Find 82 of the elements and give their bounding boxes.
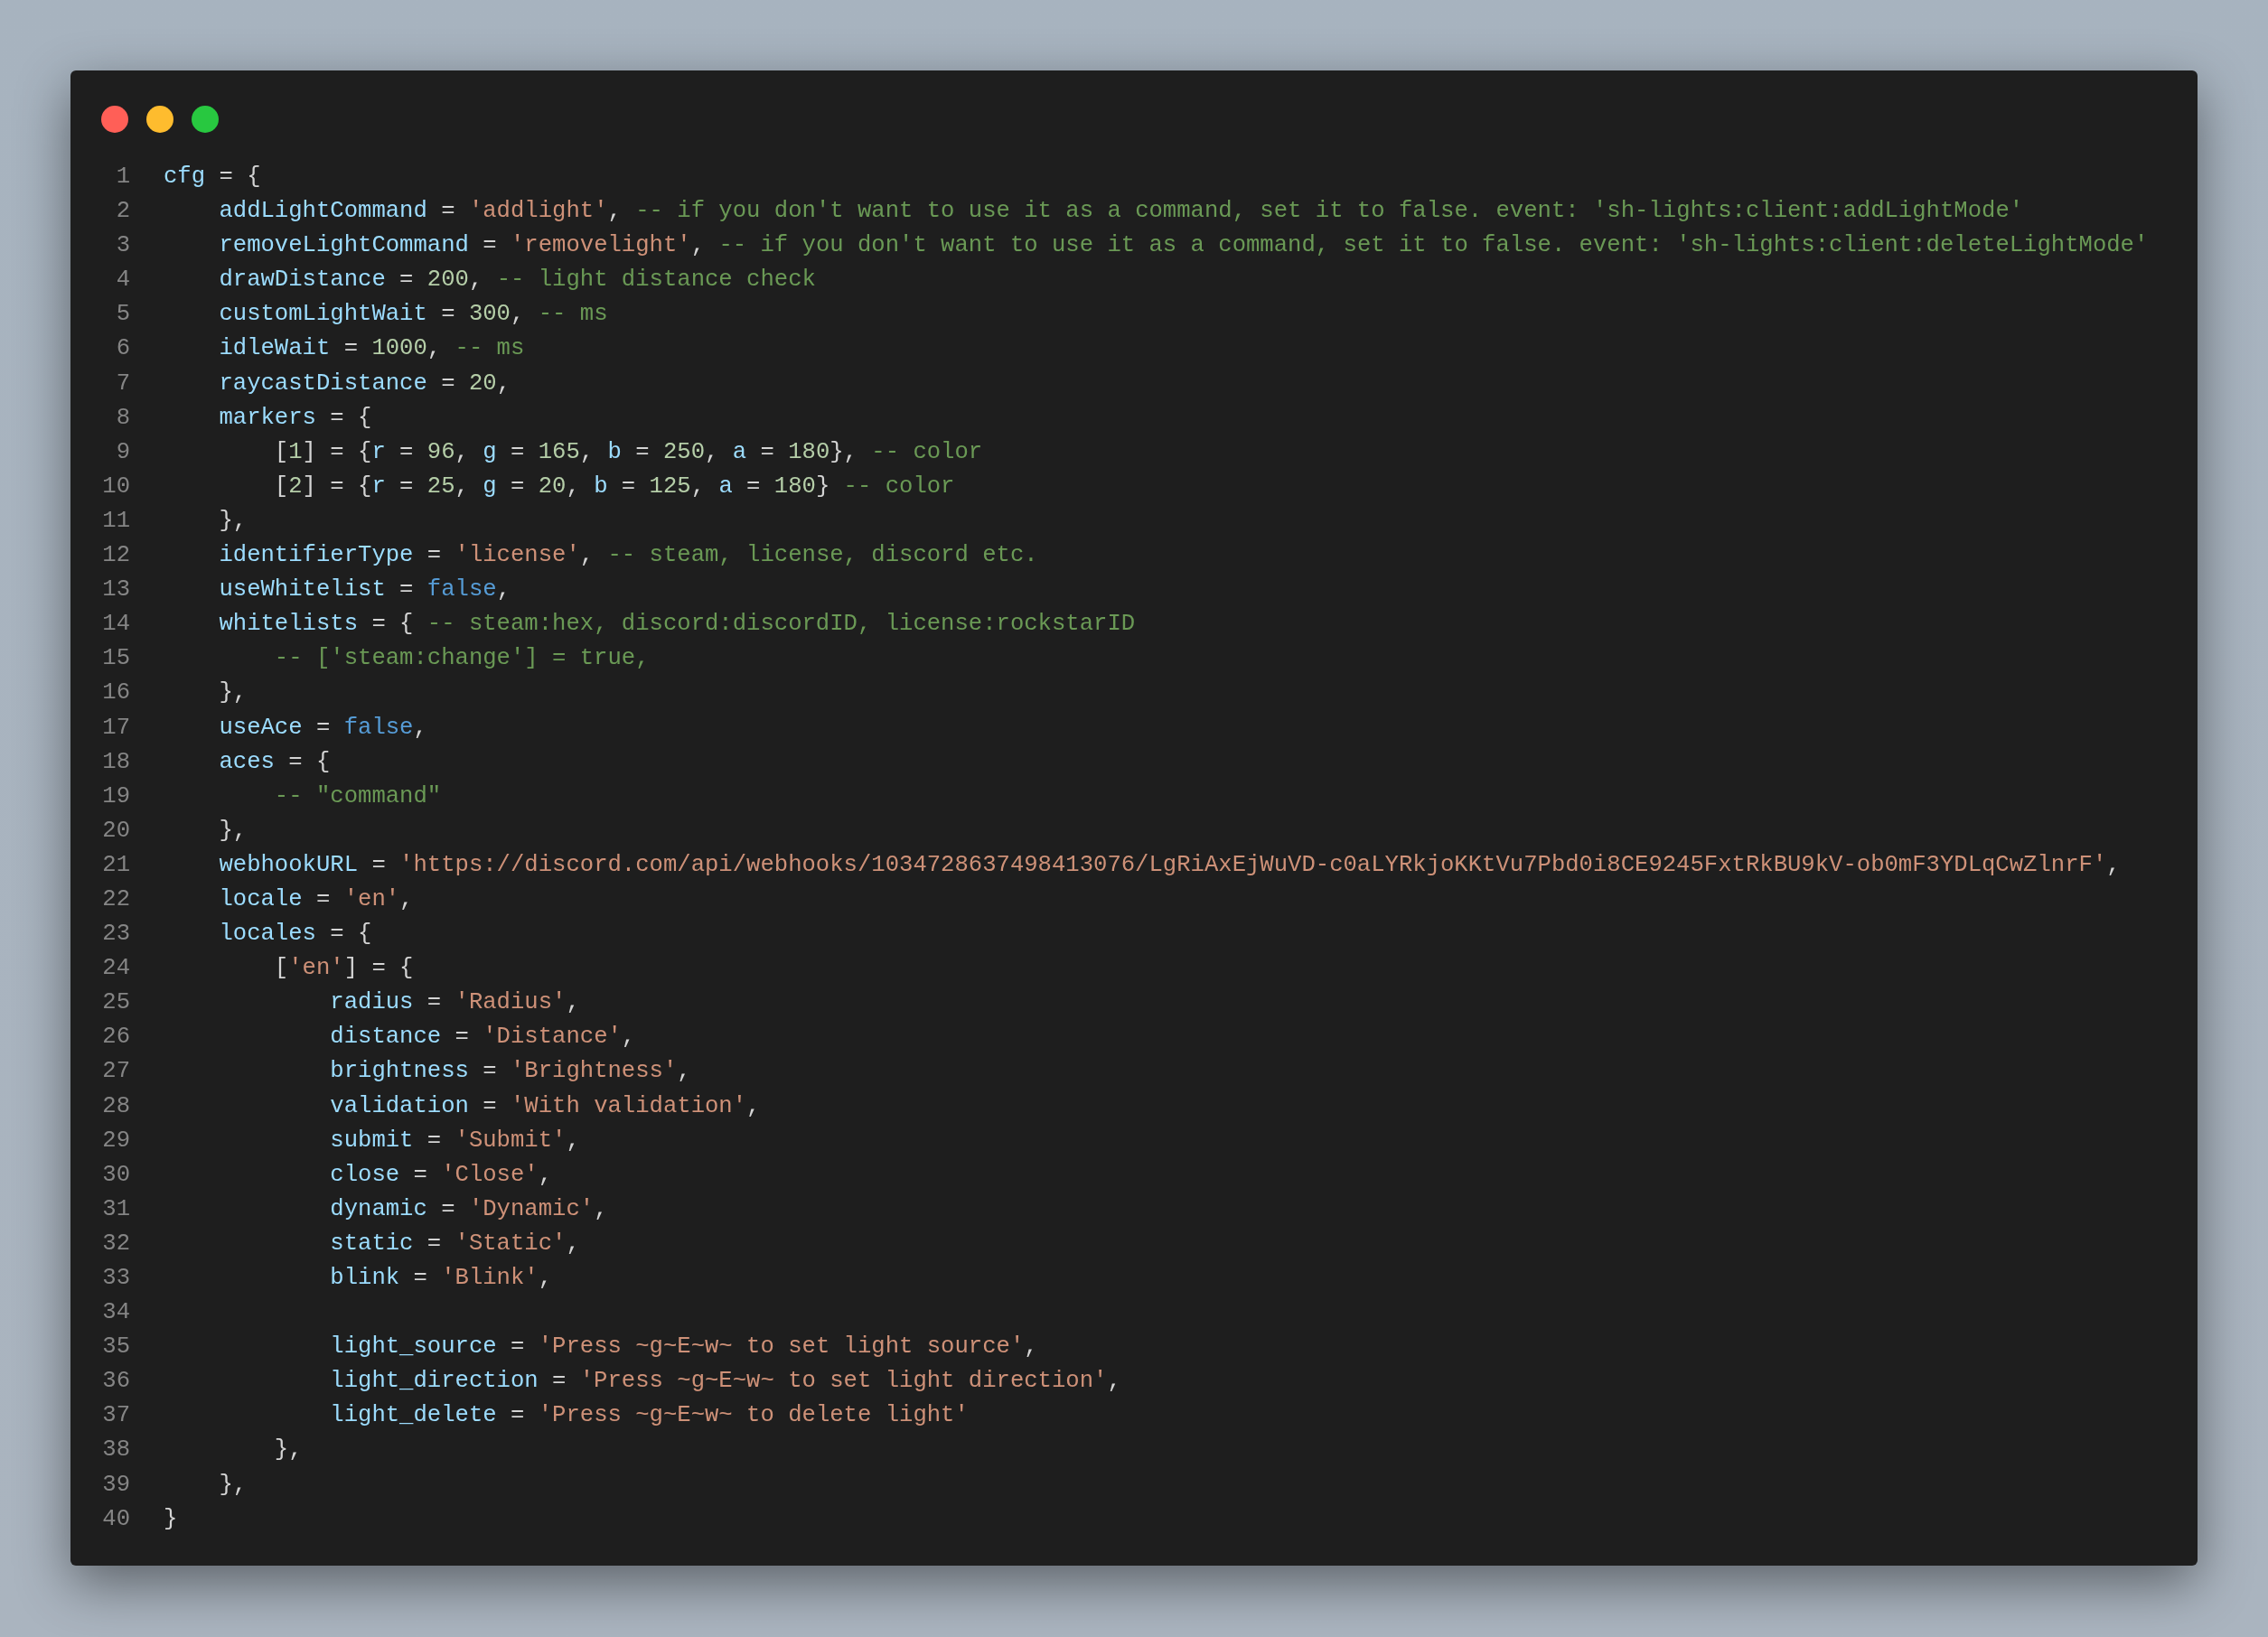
line-number: 8 — [115, 403, 130, 433]
line-number: 15 — [101, 644, 130, 674]
line-number: 33 — [101, 1264, 130, 1293]
code-line: dynamic = 'Dynamic', — [329, 1194, 608, 1224]
code-line: markers = { — [218, 403, 372, 433]
code-line: blink = 'Blink', — [329, 1264, 553, 1293]
line-number: 29 — [101, 1126, 130, 1155]
line-number: 19 — [101, 781, 130, 811]
code-line: cfg = { — [164, 163, 261, 192]
code-line: }, — [218, 816, 248, 846]
line-number: 34 — [101, 1298, 130, 1328]
code-line: aces = { — [218, 747, 331, 777]
line-number: 9 — [115, 437, 130, 467]
code-line: distance = 'Distance', — [329, 1023, 636, 1052]
code-line: addLightCommand = 'addlight', -- if you don't want to use it as a command, set it to false. event: 'sh-lights:client:addLightMode' — [218, 197, 2024, 227]
minimize-button[interactable] — [146, 106, 173, 133]
code-line: [1] = {r = 96, g = 165, b = 250, a = 180}, -- color — [273, 437, 983, 467]
code-line: -- ['steam:change'] = true, — [273, 644, 650, 674]
line-number: 14 — [101, 610, 130, 640]
line-number: 7 — [115, 369, 130, 398]
line-number: 36 — [101, 1367, 130, 1397]
code-line: identifierType = 'license', -- steam, license, discord etc. — [218, 541, 1038, 571]
line-number: 21 — [101, 850, 130, 880]
line-number: 40 — [101, 1504, 130, 1534]
code-line: drawDistance = 200, -- light distance check — [218, 266, 816, 295]
code-line: }, — [218, 1470, 248, 1500]
code-line: static = 'Static', — [329, 1229, 580, 1258]
code-line: useAce = false, — [218, 713, 427, 743]
line-number: 4 — [115, 266, 130, 295]
line-number: 16 — [101, 678, 130, 708]
line-number: 31 — [101, 1194, 130, 1224]
line-number: 23 — [101, 920, 130, 949]
code-line: -- "command" — [273, 781, 442, 811]
line-number: 37 — [101, 1401, 130, 1431]
code-line: submit = 'Submit', — [329, 1126, 580, 1155]
code-line: } — [164, 1504, 178, 1534]
line-number: 13 — [101, 575, 130, 605]
code-line: }, — [273, 1436, 303, 1465]
line-number: 38 — [101, 1436, 130, 1465]
line-number: 10 — [101, 472, 130, 501]
line-number: 1 — [115, 163, 130, 192]
code-line: locales = { — [218, 920, 372, 949]
code-line: webhookURL = 'https://discord.com/api/webhooks/1034728637498413076/LgRiAxEjWuVD-c0aLYRkjoKKtVu7Pbd0i8CE9245FxtRkBU9kV-ob0mF3YDLqCwZlnrF', — [218, 850, 2121, 880]
line-number: 11 — [101, 506, 130, 536]
code-line: useWhitelist = false, — [218, 575, 511, 605]
code-line: idleWait = 1000, -- ms — [218, 334, 525, 364]
code-line: brightness = 'Brightness', — [329, 1057, 691, 1087]
line-number: 32 — [101, 1229, 130, 1258]
code-line: radius = 'Radius', — [329, 988, 580, 1018]
line-number: 25 — [101, 988, 130, 1018]
line-number: 39 — [101, 1470, 130, 1500]
line-number: 35 — [101, 1333, 130, 1362]
line-number: 26 — [101, 1023, 130, 1052]
line-number: 28 — [101, 1091, 130, 1121]
maximize-button[interactable] — [192, 106, 219, 133]
line-number: 2 — [115, 197, 130, 227]
line-number: 6 — [115, 334, 130, 364]
line-number: 5 — [115, 300, 130, 330]
close-button[interactable] — [101, 106, 128, 133]
line-number: 3 — [115, 231, 130, 261]
code-line: customLightWait = 300, -- ms — [218, 300, 608, 330]
code-line: light_source = 'Press ~g~E~w~ to set light source', — [329, 1333, 1038, 1362]
code-line: ['en'] = { — [273, 954, 414, 984]
line-number: 20 — [101, 816, 130, 846]
code-line: whitelists = { -- steam:hex, discord:discordID, license:rockstarID — [218, 610, 1136, 640]
code-line: validation = 'With validation', — [329, 1091, 761, 1121]
line-number: 22 — [101, 884, 130, 914]
code-line: light_direction = 'Press ~g~E~w~ to set light direction', — [329, 1367, 1121, 1397]
code-line: light_delete = 'Press ~g~E~w~ to delete light' — [329, 1401, 969, 1431]
code-line: locale = 'en', — [218, 884, 414, 914]
line-number: 24 — [101, 954, 130, 984]
line-number: 17 — [101, 713, 130, 743]
code-line: close = 'Close', — [329, 1160, 553, 1190]
line-number: 12 — [101, 541, 130, 571]
code-line: }, — [218, 678, 248, 708]
code-line: removeLightCommand = 'removelight', -- if you don't want to use it as a command, set it to false. event: 'sh-lights:client:deleteLightMode' — [218, 231, 2149, 261]
code-line: }, — [218, 506, 248, 536]
code-line: [2] = {r = 25, g = 20, b = 125, a = 180} -- color — [273, 472, 955, 501]
line-number: 30 — [101, 1160, 130, 1190]
line-number: 18 — [101, 747, 130, 777]
line-number: 27 — [101, 1057, 130, 1087]
code-line: raycastDistance = 20, — [218, 369, 511, 398]
